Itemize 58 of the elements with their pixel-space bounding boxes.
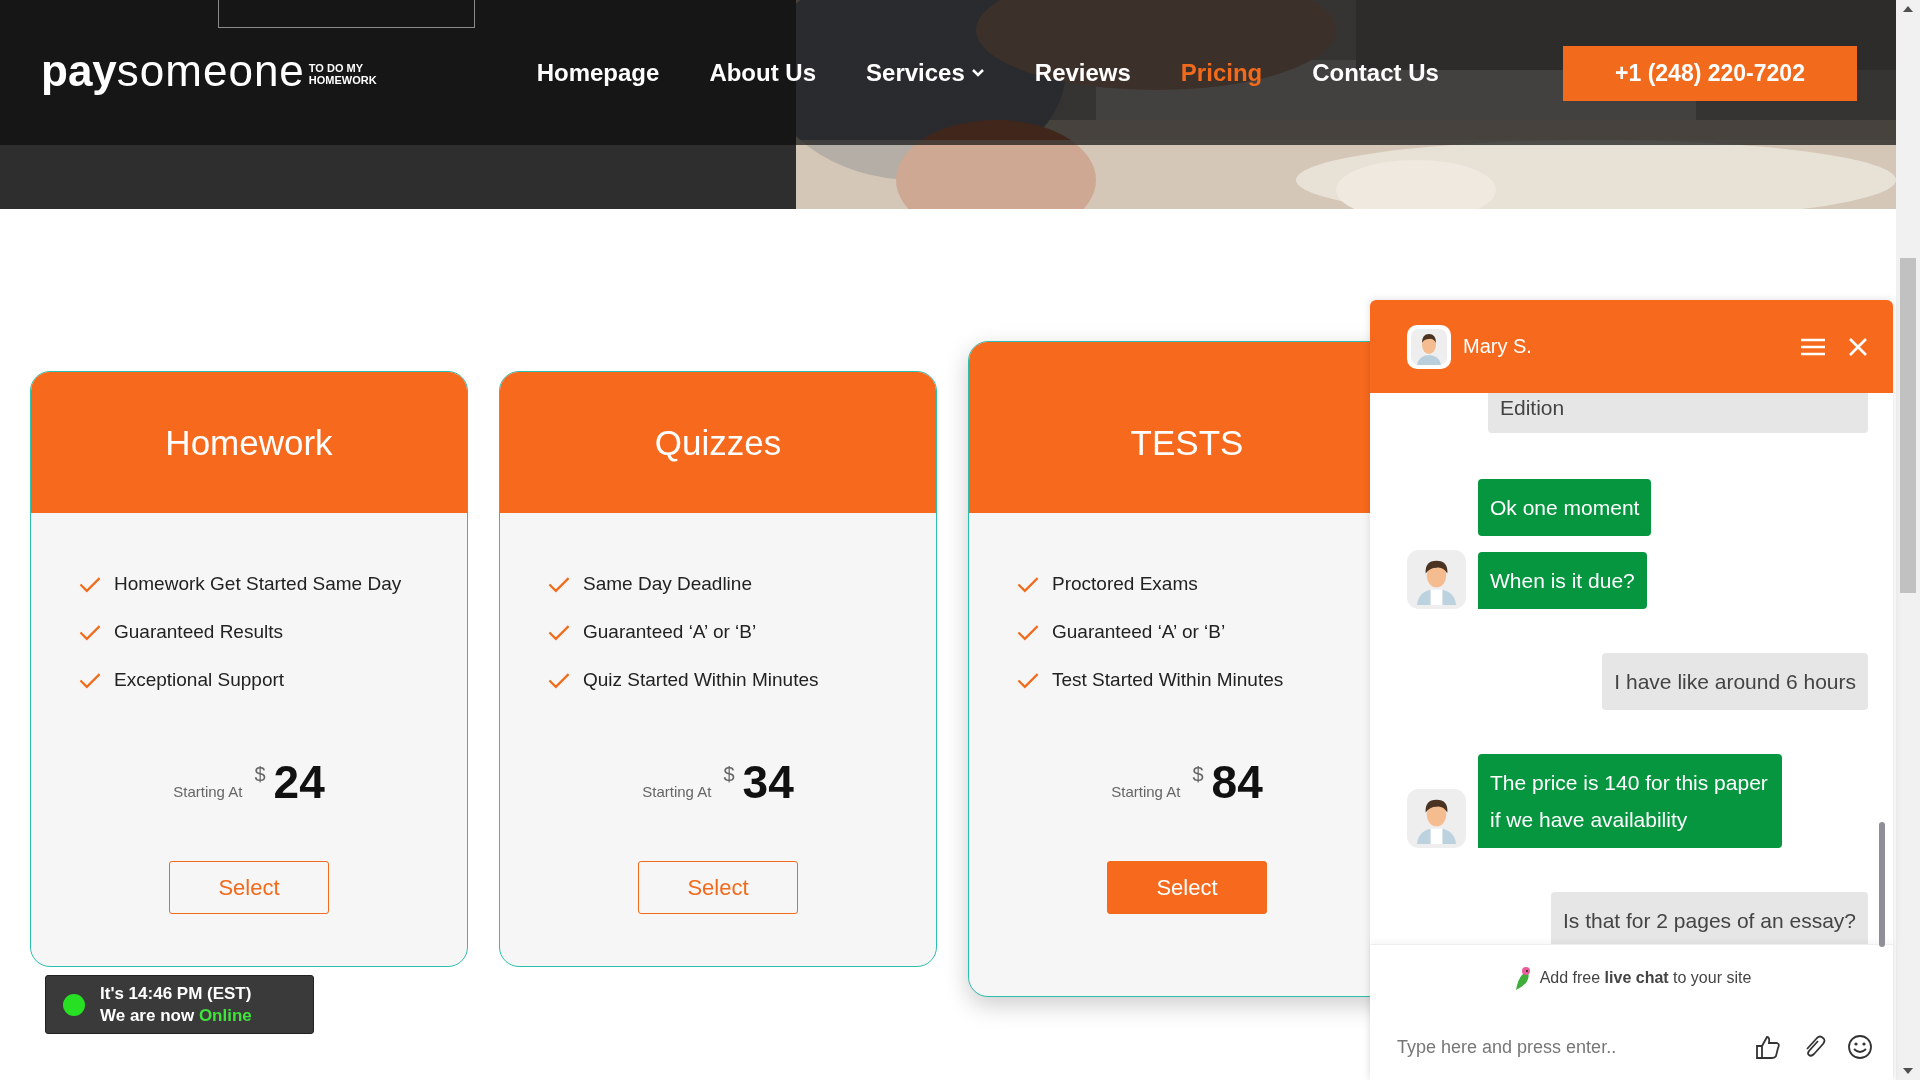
feature-text: Guaranteed Results	[114, 621, 283, 643]
feature-text: Exceptional Support	[114, 669, 285, 691]
scrollbar-thumb[interactable]	[1900, 258, 1916, 593]
plan-title: TESTS	[1130, 422, 1244, 463]
feature-text: Same Day Deadline	[583, 573, 752, 595]
starting-label: Starting At	[173, 783, 243, 800]
currency: $	[1192, 763, 1204, 786]
nav-link[interactable]: Services	[866, 58, 985, 87]
chat-message: I have like around 6 hours	[1602, 653, 1868, 710]
promo-text[interactable]: Add free live chat to your site	[1539, 969, 1752, 987]
check-icon	[79, 575, 101, 593]
plan-title: Homework	[165, 422, 333, 463]
check-icon	[1017, 623, 1039, 641]
price: 24	[273, 755, 325, 809]
chat-message: Is that for 2 pages of an essay?	[1551, 892, 1868, 944]
starting-label: Starting At	[642, 783, 712, 800]
online-dot-icon	[63, 993, 85, 1016]
chat-message: The price is 140 for this paper if we have availability	[1478, 754, 1782, 848]
feature-text: Proctored Exams	[1052, 573, 1198, 595]
check-icon	[1017, 575, 1039, 593]
status-text: We are now Online	[100, 1004, 252, 1027]
feature-text: Test Started Within Minutes	[1052, 669, 1284, 691]
nav-link[interactable]: Homepage	[536, 58, 660, 87]
scroll-up-icon[interactable]	[1903, 6, 1913, 12]
avatar-icon	[1407, 324, 1451, 369]
currency: $	[254, 763, 266, 786]
menu-icon[interactable]	[1800, 336, 1826, 357]
smiley-icon[interactable]	[1847, 1034, 1873, 1060]
agent-name: Mary S.	[1463, 335, 1532, 358]
chat-message: When is it due?	[1478, 552, 1647, 609]
thumbs-up-icon[interactable]	[1755, 1034, 1781, 1060]
feature-text: Guaranteed ‘A’ or ‘B’	[583, 621, 757, 643]
chat-message: Edition	[1488, 393, 1868, 433]
chat-message: Ok one moment	[1478, 479, 1652, 536]
close-icon[interactable]	[1848, 336, 1868, 357]
price: 84	[1211, 755, 1263, 809]
price: 34	[742, 755, 794, 809]
feature-text: Quiz Started Within Minutes	[583, 669, 819, 691]
plan-title: Quizzes	[654, 422, 782, 463]
nav-link[interactable]: Pricing	[1180, 58, 1263, 87]
check-icon	[548, 623, 570, 641]
check-icon	[79, 671, 101, 689]
check-icon	[548, 671, 570, 689]
nav-link[interactable]: Contact Us	[1312, 58, 1439, 87]
check-icon	[79, 623, 101, 641]
scrollbar[interactable]	[1896, 0, 1920, 1080]
feature-text: Homework Get Started Same Day	[114, 573, 402, 595]
starting-label: Starting At	[1111, 783, 1181, 800]
nav-link[interactable]: Reviews	[1034, 58, 1131, 87]
nav-link[interactable]: About Us	[709, 58, 817, 87]
time-text: It's 14:46 PM (EST)	[100, 982, 252, 1005]
scroll-down-icon[interactable]	[1903, 1068, 1913, 1074]
message-input[interactable]: Type here and press enter..	[1395, 1035, 1735, 1059]
feature-text: Guaranteed ‘A’ or ‘B’	[1052, 621, 1226, 643]
check-icon	[1017, 671, 1039, 689]
currency: $	[723, 763, 735, 786]
scrollbar[interactable]	[1879, 822, 1885, 947]
check-icon	[548, 575, 570, 593]
